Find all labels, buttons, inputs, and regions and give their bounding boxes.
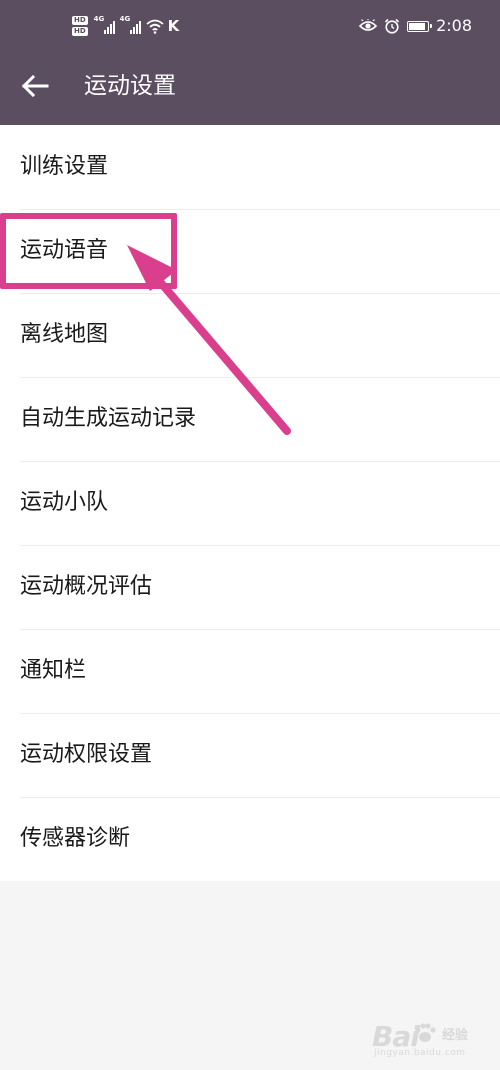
network-label-2: 4G [119,15,131,23]
signal-bars-2 [129,21,141,34]
settings-item-label: 传感器诊断 [20,826,131,851]
network-label-1: 4G [93,15,105,23]
settings-item-label: 运动概况评估 [20,574,153,599]
watermark: Bai 经验 jingyan.baidu.com [372,1014,490,1062]
page-title: 运动设置 [84,73,176,99]
status-time: 2:08 [436,16,472,35]
hd-badges: HD HD [72,16,88,36]
signal-icon: 4G [119,15,141,34]
eye-icon [359,19,378,31]
hd-badge-2: HD [72,27,88,36]
settings-item-training[interactable]: 训练设置 [0,125,500,209]
settings-item-team[interactable]: 运动小队 [0,461,500,545]
settings-list: 训练设置 运动语音 离线地图 自动生成运动记录 运动小队 运动概况评估 通知栏 … [0,125,500,881]
settings-item-auto-record[interactable]: 自动生成运动记录 [0,377,500,461]
settings-item-voice[interactable]: 运动语音 [0,209,500,293]
hd-badge-1: HD [72,16,88,25]
settings-item-label: 运动权限设置 [20,742,153,767]
status-bar: HD HD 4G 4G K 2:08 [0,0,500,47]
settings-item-permissions[interactable]: 运动权限设置 [0,713,500,797]
settings-item-label: 离线地图 [20,322,109,347]
carrier-letter: K [167,17,180,35]
settings-item-label: 运动小队 [20,490,109,515]
wifi-icon [146,19,164,34]
settings-item-sensor[interactable]: 传感器诊断 [0,797,500,881]
paw-icon [415,1023,436,1042]
settings-item-label: 运动语音 [20,238,109,263]
settings-item-label: 通知栏 [20,658,87,683]
alarm-icon [384,18,400,34]
settings-item-notification[interactable]: 通知栏 [0,629,500,713]
watermark-sub: 经验 [442,1028,469,1043]
settings-item-overview[interactable]: 运动概况评估 [0,545,500,629]
back-button[interactable] [10,61,60,111]
app-bar: 运动设置 [0,47,500,125]
status-bar-right: 2:08 [359,16,472,36]
battery-icon [407,20,433,32]
watermark-url: jingyan.baidu.com [374,1048,466,1058]
signal-bars-1 [103,21,115,34]
status-bar-left: HD HD 4G 4G K [72,12,179,40]
settings-item-label: 自动生成运动记录 [20,406,197,431]
settings-item-offline-map[interactable]: 离线地图 [0,293,500,377]
settings-item-label: 训练设置 [20,154,109,179]
arrow-left-icon [21,75,49,97]
signal-icon: 4G [93,15,115,34]
